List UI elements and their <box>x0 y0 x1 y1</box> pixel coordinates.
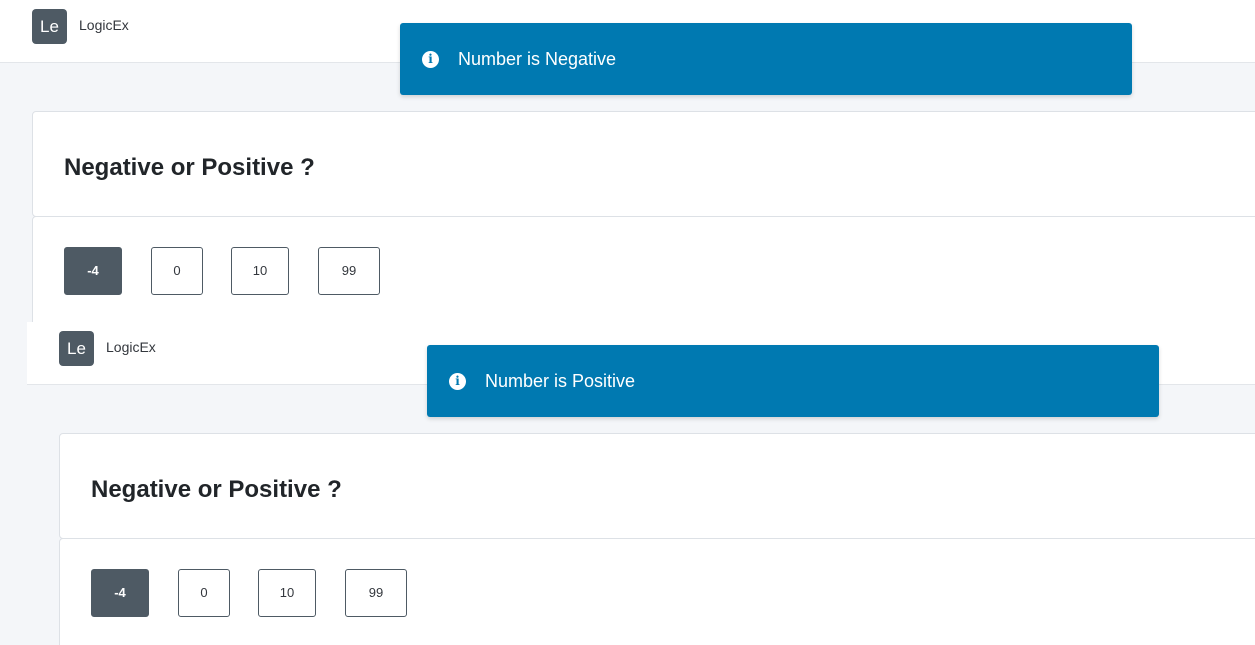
card-body: -4 0 10 99 <box>32 216 1255 322</box>
number-button-0[interactable]: 0 <box>178 569 230 617</box>
number-button-neg4[interactable]: -4 <box>64 247 122 295</box>
info-circle-icon: i <box>449 373 466 390</box>
app-brand-name[interactable]: LogicEx <box>106 339 156 355</box>
number-button-10[interactable]: 10 <box>231 247 289 295</box>
card-title: Negative or Positive ? <box>64 154 315 181</box>
info-circle-icon: i <box>422 51 439 68</box>
card-title: Negative or Positive ? <box>91 476 342 503</box>
app-logo-avatar[interactable]: Le <box>32 9 67 44</box>
toast-message: Number is Negative <box>458 49 617 69</box>
screenshot-panel-1: Le LogicEx Negative or Positive ? -4 0 1… <box>0 0 1255 322</box>
card-header: Negative or Positive ? <box>59 433 1255 539</box>
number-button-neg4[interactable]: -4 <box>91 569 149 617</box>
number-button-99[interactable]: 99 <box>345 569 407 617</box>
toast-notification[interactable]: i Number is Negative <box>400 23 1132 95</box>
toast-notification[interactable]: i Number is Positive <box>427 345 1159 417</box>
toast-message: Number is Positive <box>485 371 636 391</box>
app-brand-name[interactable]: LogicEx <box>79 17 129 33</box>
card-body: -4 0 10 99 <box>59 538 1255 645</box>
screenshot-panel-2: Le LogicEx Negative or Positive ? -4 0 1… <box>0 322 1255 645</box>
number-button-10[interactable]: 10 <box>258 569 316 617</box>
card-header: Negative or Positive ? <box>32 111 1255 217</box>
app-logo-avatar[interactable]: Le <box>59 331 94 366</box>
number-button-99[interactable]: 99 <box>318 247 380 295</box>
number-button-0[interactable]: 0 <box>151 247 203 295</box>
